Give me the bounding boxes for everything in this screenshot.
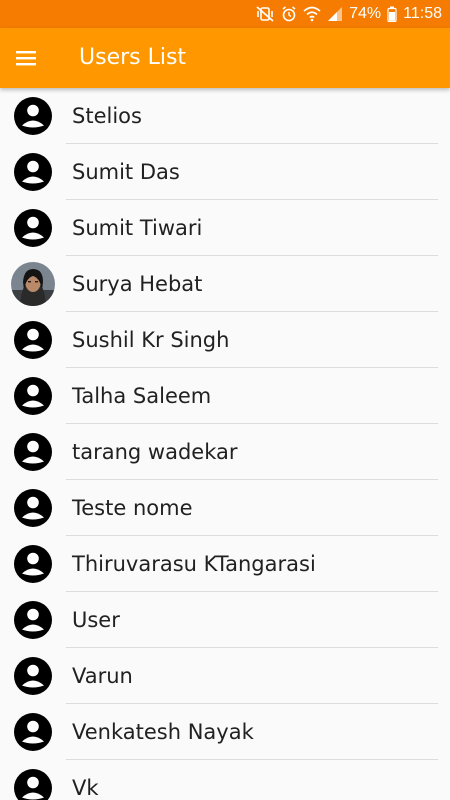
clock: 11:58	[403, 5, 442, 22]
status-bar: 74% 11:58	[0, 0, 450, 28]
users-list[interactable]: Stelios Sumit Das Sumit Tiwari Surya Heb…	[0, 88, 450, 800]
list-item[interactable]: Venkatesh Nayak	[0, 704, 450, 760]
alarm-icon	[281, 6, 297, 22]
wifi-icon	[303, 6, 321, 22]
list-item[interactable]: Teste nome	[0, 480, 450, 536]
default-person-icon	[14, 321, 52, 359]
user-name: Sushil Kr Singh	[72, 328, 230, 352]
list-item[interactable]: Sumit Tiwari	[0, 200, 450, 256]
default-person-icon	[14, 489, 52, 527]
default-person-icon	[14, 601, 52, 639]
hamburger-menu-icon[interactable]	[14, 46, 38, 70]
user-name: Sumit Das	[72, 160, 180, 184]
user-name: Stelios	[72, 104, 142, 128]
list-item[interactable]: Vk	[0, 760, 450, 800]
default-person-icon	[14, 377, 52, 415]
page-title: Users List	[79, 45, 187, 70]
default-person-icon	[14, 209, 52, 247]
vibrate-mute-icon	[255, 6, 275, 22]
list-item[interactable]: Surya Hebat	[0, 256, 450, 312]
app-bar: Users List	[0, 28, 450, 88]
default-person-icon	[14, 545, 52, 583]
default-person-icon	[14, 713, 52, 751]
user-name: Vk	[72, 776, 99, 800]
user-name: tarang wadekar	[72, 440, 238, 464]
status-icons: 74% 11:58	[255, 0, 442, 28]
list-item[interactable]: Sushil Kr Singh	[0, 312, 450, 368]
user-name: Surya Hebat	[72, 272, 203, 296]
list-item[interactable]: Stelios	[0, 88, 450, 144]
list-item[interactable]: User	[0, 592, 450, 648]
default-person-icon	[14, 769, 52, 800]
user-name: User	[72, 608, 120, 632]
default-person-icon	[14, 153, 52, 191]
battery-text: 74%	[349, 5, 382, 22]
list-item[interactable]: Sumit Das	[0, 144, 450, 200]
list-item[interactable]: tarang wadekar	[0, 424, 450, 480]
user-name: Thiruvarasu KTangarasi	[72, 552, 316, 576]
signal-icon	[327, 6, 343, 22]
default-person-icon	[14, 657, 52, 695]
user-name: Venkatesh Nayak	[72, 720, 254, 744]
user-name: Sumit Tiwari	[72, 216, 203, 240]
battery-icon	[387, 6, 397, 22]
list-item[interactable]: Varun	[0, 648, 450, 704]
default-person-icon	[14, 97, 52, 135]
default-person-icon	[14, 433, 52, 471]
list-item[interactable]: Thiruvarasu KTangarasi	[0, 536, 450, 592]
user-name: Teste nome	[72, 496, 193, 520]
list-item[interactable]: Talha Saleem	[0, 368, 450, 424]
user-name: Talha Saleem	[72, 384, 212, 408]
user-name: Varun	[72, 664, 133, 688]
profile-photo	[11, 262, 55, 306]
